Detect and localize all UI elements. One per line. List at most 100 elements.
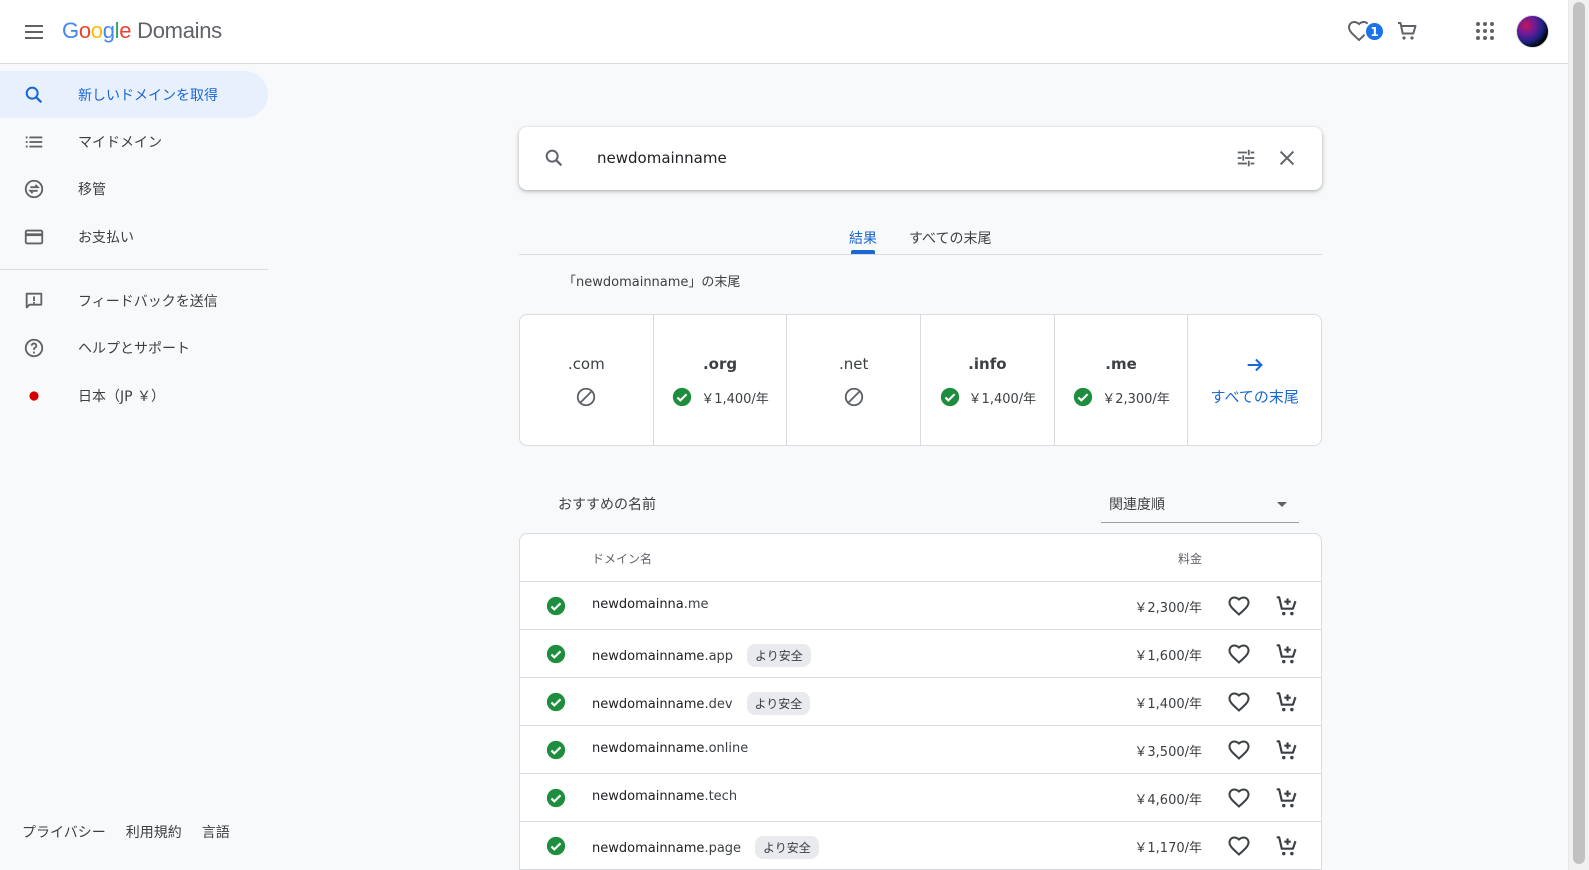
tld-card-me[interactable]: .me ￥2,300/年 (1055, 315, 1189, 445)
more-secure-chip: より安全 (746, 692, 811, 715)
filter-tune-icon[interactable] (1235, 147, 1257, 173)
japan-flag-icon (29, 390, 39, 401)
sidebar-item-label: ヘルプとサポート (78, 340, 190, 357)
sort-order-value: 関連度順 (1109, 497, 1165, 513)
tld-extension: .org (702, 355, 738, 373)
all-endings-card[interactable]: すべての末尾 (1188, 315, 1321, 445)
domain-name: newdomainname.online (592, 741, 748, 756)
sidebar-item-help[interactable]: ヘルプとサポート (0, 324, 268, 371)
domain-price: ￥4,600/年 (1134, 793, 1202, 808)
sidebar-item-country[interactable]: 日本（JP ￥） (0, 372, 268, 419)
add-favorite-heart-icon[interactable] (1227, 786, 1251, 810)
tld-card-net[interactable]: .net (787, 315, 922, 445)
domain-name: newdomainname.dev より安全 (592, 692, 811, 716)
google-apps-icon[interactable] (1470, 16, 1500, 46)
available-check-icon (940, 387, 959, 407)
tld-card-com[interactable]: .com (520, 315, 654, 445)
domain-price: ￥1,400/年 (1134, 697, 1202, 712)
tld-price: ￥2,300/年 (1102, 391, 1170, 407)
more-secure-chip: より安全 (747, 644, 811, 667)
domain-search-input[interactable] (597, 143, 1197, 173)
terms-link[interactable]: 利用規約 (126, 822, 182, 842)
domain-price: ￥1,170/年 (1134, 841, 1202, 856)
domain-tld: .me (683, 597, 709, 612)
tld-extension: .info (968, 355, 1007, 373)
unavailable-block-icon (844, 387, 863, 407)
sidebar-item-billing[interactable]: お支払い (0, 213, 268, 260)
domain-base: newdomainna (592, 597, 684, 612)
tld-price: ￥1,400/年 (968, 391, 1037, 407)
sidebar-footer-links: プライバシー 利用規約 言語 (22, 822, 230, 842)
add-favorite-heart-icon[interactable] (1227, 594, 1251, 618)
add-to-cart-icon[interactable] (1274, 689, 1300, 715)
domain-price: ￥2,300/年 (1134, 601, 1202, 616)
search-icon[interactable] (543, 147, 565, 173)
list-icon (25, 136, 43, 147)
sidebar-item-my-domains[interactable]: マイドメイン (0, 118, 268, 165)
shopping-cart-icon[interactable] (1392, 16, 1422, 46)
main-menu-icon[interactable] (20, 18, 48, 46)
domain-tld: .app (704, 649, 734, 664)
table-row[interactable]: newdomainname.dev より安全 ￥1,400/年 (520, 678, 1321, 726)
domain-tld: .page (704, 841, 742, 856)
dropdown-caret-icon (1277, 502, 1287, 507)
favorites-count-badge: 1 (1364, 21, 1385, 42)
privacy-link[interactable]: プライバシー (22, 822, 106, 842)
add-to-cart-icon[interactable] (1274, 785, 1300, 811)
sidebar-item-get-new-domain[interactable]: 新しいドメインを取得 (0, 71, 268, 118)
sidebar-item-feedback[interactable]: フィードバックを送信 (0, 277, 268, 324)
account-avatar[interactable] (1516, 15, 1549, 48)
clear-search-close-icon[interactable] (1276, 147, 1298, 173)
domain-tld: .tech (704, 789, 738, 804)
tab-all-endings[interactable]: すべての末尾 (909, 228, 991, 248)
tld-card-info[interactable]: .info ￥1,400/年 (921, 315, 1055, 445)
domain-base: newdomainname (592, 741, 705, 756)
domain-name: newdomainname.tech (592, 789, 737, 804)
add-to-cart-icon[interactable] (1274, 833, 1300, 859)
add-to-cart-icon[interactable] (1274, 737, 1300, 763)
add-favorite-heart-icon[interactable] (1227, 834, 1251, 858)
available-check-icon (546, 644, 566, 664)
page-scrollbar[interactable] (1568, 0, 1589, 870)
available-check-icon (546, 788, 566, 808)
sidebar-item-transfer[interactable]: 移管 (0, 165, 268, 212)
recommended-names-title: おすすめの名前 (558, 497, 656, 513)
domain-base: newdomainname (592, 789, 705, 804)
tld-card-org[interactable]: .org ￥1,400/年 (654, 315, 788, 445)
endings-section-title: 「newdomainname」の末尾 (563, 275, 741, 290)
sidebar-divider (0, 269, 268, 270)
column-header-domain: ドメイン名 (592, 552, 653, 566)
sidebar-item-label: お支払い (78, 229, 134, 246)
google-domains-logo[interactable]: Google Domains (62, 18, 222, 44)
language-link[interactable]: 言語 (202, 822, 230, 842)
add-favorite-heart-icon[interactable] (1227, 690, 1251, 714)
domain-price: ￥3,500/年 (1134, 745, 1202, 760)
add-to-cart-icon[interactable] (1274, 641, 1300, 667)
add-favorite-heart-icon[interactable] (1227, 738, 1251, 762)
domain-base: newdomainname (592, 841, 705, 856)
scrollbar-thumb[interactable] (1573, 2, 1585, 864)
results-tabs: 結果 すべての末尾 (519, 216, 1322, 255)
table-row[interactable]: newdomainname.app より安全 ￥1,600/年 (520, 630, 1321, 678)
add-favorite-heart-icon[interactable] (1227, 642, 1251, 666)
domain-base: newdomainname (592, 697, 705, 712)
tld-extension: .net (838, 355, 869, 373)
domain-price: ￥1,600/年 (1134, 649, 1202, 664)
table-row[interactable]: newdomainname.online ￥3,500/年 (520, 726, 1321, 774)
domain-tld: .online (704, 741, 749, 756)
available-check-icon (546, 596, 566, 616)
table-row[interactable]: newdomainname.page より安全 ￥1,170/年 (520, 822, 1321, 870)
top-app-bar: Google Domains 1 (0, 0, 1568, 64)
tab-results[interactable]: 結果 (849, 228, 877, 248)
table-row[interactable]: newdomainname.tech ￥4,600/年 (520, 774, 1321, 822)
available-check-icon (1074, 387, 1093, 407)
add-to-cart-icon[interactable] (1274, 593, 1300, 619)
table-header: ドメイン名 料金 (520, 534, 1321, 582)
transfer-icon (24, 179, 44, 198)
table-row[interactable]: newdomainna.me ￥2,300/年 (520, 582, 1321, 630)
sort-order-select[interactable]: 関連度順 (1101, 487, 1299, 523)
available-check-icon (546, 692, 566, 712)
all-endings-link[interactable]: すべての末尾 (1188, 386, 1321, 407)
tld-extension: .me (1105, 355, 1137, 373)
help-icon (24, 338, 44, 357)
